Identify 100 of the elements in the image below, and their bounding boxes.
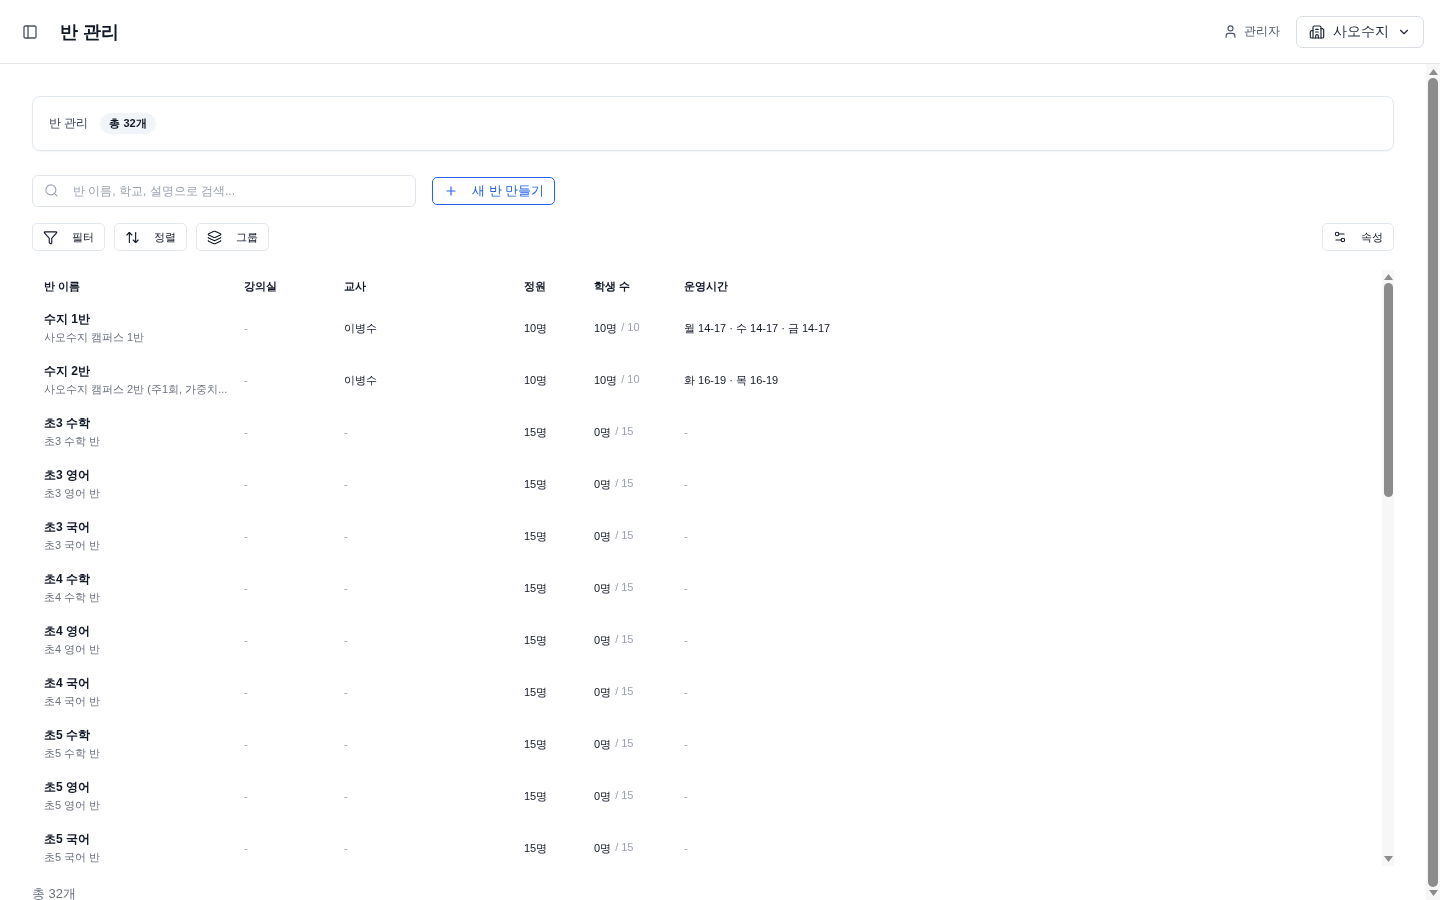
sort-arrows-icon [125,229,140,245]
scroll-down-arrow-icon[interactable] [1383,856,1393,862]
user-icon [1223,24,1238,39]
room-cell: - [244,374,248,386]
schedule-cell: - [684,842,688,854]
student-count: 10명 [594,372,618,388]
toolbar-button[interactable]: 정렬 [114,223,187,251]
campus-select[interactable]: 사오수지 [1296,15,1424,48]
student-count: 0명 [594,528,612,544]
student-count: 0명 [594,736,612,752]
schedule-cell: - [684,478,688,490]
column-header[interactable]: 반 이름 [44,278,81,294]
column-header[interactable]: 운영시간 [684,278,728,294]
room-cell: - [244,634,248,646]
capacity-cell: 10명 [524,320,548,336]
room-cell: - [244,322,248,334]
capacity-cell: 10명 [524,372,548,388]
class-name: 초5 영어 [44,779,91,796]
schedule-cell: 화 16-19 · 목 16-19 [684,372,779,388]
class-description: 초3 국어 반 [44,538,101,553]
schedule-cell: - [684,582,688,594]
schedule-cell: - [684,738,688,750]
class-name: 초4 국어 [44,675,91,692]
scrollbar-thumb[interactable] [1383,283,1393,497]
student-capacity: / 15 [615,424,634,439]
teacher-cell: - [344,478,348,490]
student-capacity: / 10 [621,372,640,387]
sliders-icon [1333,230,1347,244]
teacher-cell: - [344,738,348,750]
column-header[interactable]: 정원 [524,278,546,294]
capacity-cell: 15명 [524,580,548,596]
class-name: 수지 2반 [44,363,91,380]
properties-button[interactable]: 속성 [1322,223,1394,251]
building-icon [1309,23,1325,40]
schedule-cell: - [684,530,688,542]
new-class-button[interactable]: 새 반 만들기 [432,177,556,205]
capacity-cell: 15명 [524,736,548,752]
room-cell: - [244,790,248,802]
class-name: 수지 1반 [44,311,91,328]
class-description: 사오수지 캠퍼스 2반 (주1회, 가중치... [44,382,228,397]
student-capacity: / 15 [615,528,634,543]
student-capacity: / 15 [615,632,634,647]
student-capacity: / 15 [615,684,634,699]
student-capacity: / 15 [615,580,634,595]
capacity-cell: 15명 [524,840,548,856]
scroll-down-arrow-icon[interactable] [1428,890,1438,896]
room-cell: - [244,530,248,542]
schedule-cell: - [684,426,688,438]
student-count: 0명 [594,580,612,596]
table-scrollbar[interactable] [1382,270,1394,866]
column-header[interactable]: 강의실 [244,278,277,294]
teacher-cell: - [344,426,348,438]
toolbar-button[interactable]: 그룹 [196,223,269,251]
capacity-cell: 15명 [524,632,548,648]
class-description: 초5 수학 반 [44,746,101,761]
student-capacity: / 15 [615,840,634,855]
teacher-cell: 이병수 [344,320,377,336]
search-field[interactable]: 반 이름, 학교, 설명으로 검색... [32,175,416,207]
room-cell: - [244,426,248,438]
class-description: 초3 영어 반 [44,486,101,501]
column-header[interactable]: 교사 [344,278,366,294]
toolbar-button[interactable]: 필터 [32,223,105,251]
teacher-cell: - [344,686,348,698]
class-description: 초4 수학 반 [44,590,101,605]
scroll-up-arrow-icon[interactable] [1428,69,1438,75]
sidebar-toggle-icon[interactable] [22,23,38,40]
student-capacity: / 15 [615,736,634,751]
teacher-cell: 이병수 [344,372,377,388]
column-header[interactable]: 학생 수 [594,278,631,294]
page-title: 반 관리 [60,20,119,44]
total-count: 총 32개 [32,886,77,900]
capacity-cell: 15명 [524,424,548,440]
page-scrollbar[interactable] [1426,64,1440,900]
room-cell: - [244,738,248,750]
count-badge: 총 32개 [100,113,156,134]
class-name: 초3 영어 [44,467,91,484]
student-count: 0명 [594,840,612,856]
scrollbar-thumb[interactable] [1428,78,1438,887]
student-capacity: / 15 [615,476,634,491]
plus-icon [444,184,458,198]
student-count: 0명 [594,632,612,648]
student-count: 10명 [594,320,618,336]
class-name: 초3 수학 [44,415,91,432]
student-capacity: / 15 [615,788,634,803]
class-description: 초4 영어 반 [44,642,101,657]
schedule-cell: - [684,686,688,698]
scroll-up-arrow-icon[interactable] [1383,274,1393,280]
capacity-cell: 15명 [524,788,548,804]
funnel-icon [43,229,58,245]
room-cell: - [244,842,248,854]
student-count: 0명 [594,788,612,804]
room-cell: - [244,686,248,698]
student-count: 0명 [594,476,612,492]
class-name: 초4 영어 [44,623,91,640]
search-icon [44,183,59,198]
capacity-cell: 15명 [524,476,548,492]
schedule-cell: - [684,790,688,802]
capacity-cell: 15명 [524,528,548,544]
student-capacity: / 10 [621,320,640,335]
teacher-cell: - [344,530,348,542]
